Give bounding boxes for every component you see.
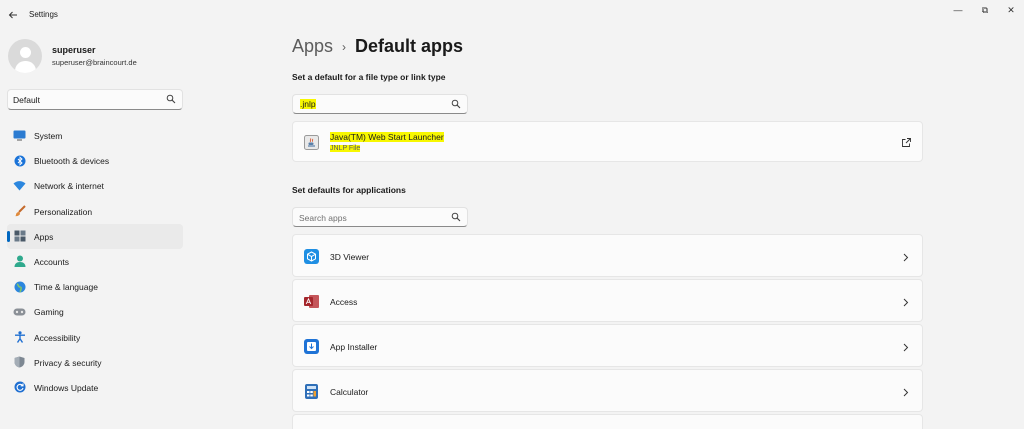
open-external-icon[interactable]: [901, 137, 911, 147]
app-name: App Installer: [330, 342, 378, 352]
breadcrumb: Apps › Default apps: [292, 36, 463, 57]
minimize-button[interactable]: —: [945, 3, 971, 17]
brush-icon: [13, 205, 26, 218]
back-arrow-icon: [8, 11, 17, 19]
sidebar-item-personalization[interactable]: Personalization: [7, 199, 183, 224]
globe-icon: [13, 280, 26, 293]
sidebar-item-label: Accessibility: [34, 332, 81, 343]
chevron-right-icon[interactable]: [901, 342, 911, 352]
avatar-head: [20, 47, 31, 58]
avatar-body: [15, 61, 36, 73]
minimize-icon: —: [953, 5, 963, 15]
filetype-result-card[interactable]: Java(TM) Web Start Launcher JNLP File: [292, 121, 923, 162]
sidebar-item-bluetooth[interactable]: Bluetooth & devices: [7, 148, 183, 173]
sidebar-item-label: Personalization: [34, 206, 93, 217]
app-row-calculator[interactable]: Calculator: [292, 369, 923, 412]
accounts-icon: [13, 255, 26, 268]
avatar[interactable]: [8, 39, 42, 73]
chevron-right-icon[interactable]: [901, 297, 911, 307]
sidebar-item-label: Bluetooth & devices: [34, 156, 110, 167]
filetype-description: JNLP File: [330, 145, 361, 152]
app-title: Settings: [29, 10, 58, 19]
sidebar-item-accessibility[interactable]: Accessibility: [7, 325, 183, 350]
back-button[interactable]: [4, 6, 22, 24]
sidebar-item-label: Windows Update: [34, 382, 99, 393]
system-icon: [13, 129, 26, 142]
sidebar-nav: System Bluetooth & devices Network & int…: [7, 123, 183, 400]
sidebar-item-privacy-security[interactable]: Privacy & security: [7, 350, 183, 375]
title-bar: Settings — ⧉ ✕: [0, 0, 1024, 30]
calculator-icon: [304, 384, 319, 399]
close-icon: ✕: [1007, 4, 1015, 15]
user-email: superuser@braincourt.de: [52, 58, 137, 67]
restore-button[interactable]: ⧉: [972, 3, 998, 17]
sidebar-item-label: Accounts: [34, 256, 69, 267]
app-name: Calculator: [330, 387, 369, 397]
breadcrumb-apps-link[interactable]: Apps: [292, 36, 333, 57]
sidebar-item-time-language[interactable]: Time & language: [7, 274, 183, 299]
app-name: 3D Viewer: [330, 252, 370, 262]
app-name: Access: [330, 297, 358, 307]
sidebar-item-label: Network & internet: [34, 181, 104, 192]
app-installer-icon: [304, 339, 319, 354]
apps-icon: [13, 230, 26, 243]
app-row-3d-viewer[interactable]: 3D Viewer: [292, 234, 923, 277]
apps-search-input[interactable]: [299, 211, 444, 224]
chevron-right-icon[interactable]: [901, 252, 911, 262]
page-title: Default apps: [355, 36, 464, 56]
sidebar-item-label: Privacy & security: [34, 357, 102, 368]
filetype-search-value[interactable]: .jnlp: [300, 99, 316, 109]
search-icon[interactable]: [451, 212, 461, 222]
app-row-partial: [292, 414, 923, 429]
chevron-right-icon[interactable]: [901, 387, 911, 397]
filetype-section-title: Set a default for a file type or link ty…: [292, 72, 446, 82]
sidebar-item-label: Gaming: [34, 307, 64, 318]
settings-search-input[interactable]: [13, 93, 163, 106]
update-icon: [13, 381, 26, 394]
sidebar-item-label: System: [34, 131, 63, 141]
app-row-app-installer[interactable]: App Installer: [292, 324, 923, 367]
filetype-app-name: Java(TM) Web Start Launcher: [330, 132, 444, 142]
user-name: superuser: [52, 45, 96, 55]
settings-search-box[interactable]: [7, 89, 183, 110]
sidebar-item-label: Apps: [34, 231, 54, 242]
sidebar-item-accounts[interactable]: Accounts: [7, 249, 183, 274]
sidebar-item-gaming[interactable]: Gaming: [7, 299, 183, 324]
wifi-icon: [13, 179, 26, 192]
sidebar-item-windows-update[interactable]: Windows Update: [7, 375, 183, 400]
sidebar-item-label: Time & language: [34, 282, 98, 293]
access-icon: [304, 294, 319, 309]
sidebar-item-system[interactable]: System: [7, 123, 183, 148]
sidebar-item-network[interactable]: Network & internet: [7, 173, 183, 198]
bluetooth-icon: [13, 154, 26, 167]
apps-section-title: Set defaults for applications: [292, 185, 406, 195]
accessibility-icon: [13, 331, 26, 344]
app-row-access[interactable]: Access: [292, 279, 923, 322]
sidebar-item-apps[interactable]: Apps: [7, 223, 183, 249]
restore-icon: ⧉: [981, 4, 989, 15]
search-icon[interactable]: [451, 99, 461, 109]
breadcrumb-separator: ›: [342, 39, 347, 54]
3d-viewer-icon: [304, 249, 319, 264]
shield-icon: [13, 356, 26, 369]
search-icon[interactable]: [166, 94, 176, 104]
gamepad-icon: [13, 305, 26, 318]
close-button[interactable]: ✕: [998, 3, 1024, 17]
filetype-search-box[interactable]: .jnlp: [292, 94, 468, 114]
java-icon: [304, 135, 319, 150]
apps-search-box[interactable]: [292, 207, 468, 227]
